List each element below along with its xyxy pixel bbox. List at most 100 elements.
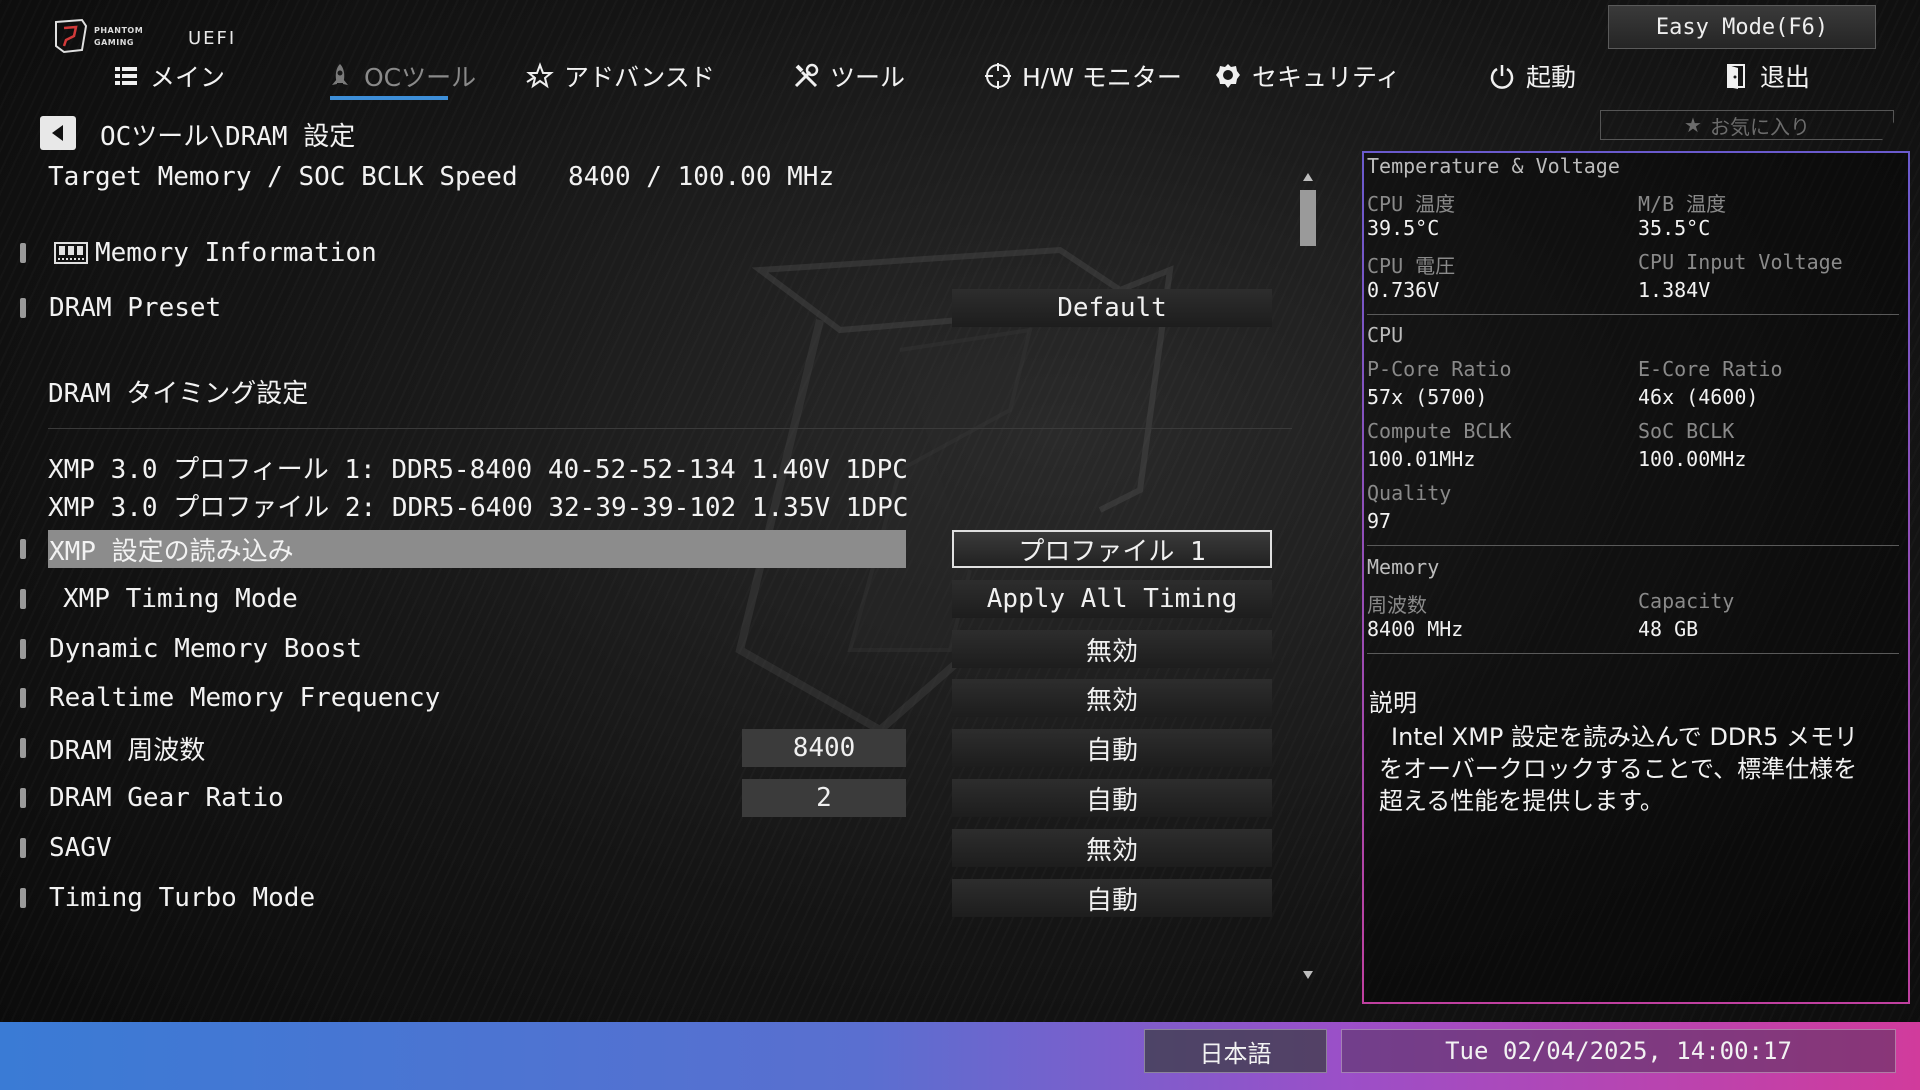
tab-label: 起動: [1526, 63, 1577, 92]
cpu-temp-value: 39.5°C: [1367, 216, 1440, 240]
sagv-select[interactable]: 無効: [952, 829, 1272, 867]
pcore-ratio-label: P-Core Ratio: [1367, 357, 1512, 381]
dynamic-memory-boost-select[interactable]: 無効: [952, 630, 1272, 668]
tab-main[interactable]: メイン: [112, 56, 225, 96]
star-icon: [526, 62, 554, 89]
dram-gear-ratio-select[interactable]: 自動: [952, 779, 1272, 817]
frequency-label: 周波数: [1367, 593, 1427, 617]
dram-frequency-label: DRAM 周波数: [49, 735, 206, 766]
scroll-down-icon[interactable]: [1302, 968, 1314, 982]
panel-divider: [1367, 653, 1899, 654]
dram-frequency-select[interactable]: 自動: [952, 729, 1272, 767]
memory-information-row[interactable]: Memory Information: [0, 234, 600, 272]
timing-turbo-mode-select[interactable]: 自動: [952, 879, 1272, 917]
exit-door-icon: [1727, 64, 1745, 89]
row-bullet: [20, 688, 26, 708]
favorites-button[interactable]: ★ お気に入り: [1600, 110, 1894, 140]
row-bullet: [20, 639, 26, 659]
tab-advanced[interactable]: アドバンスド: [526, 56, 715, 96]
tab-label: セキュリティ: [1252, 63, 1401, 92]
compute-bclk-value: 100.01MHz: [1367, 447, 1476, 471]
tab-tools[interactable]: ツール: [792, 56, 905, 96]
tab-label: H/W モニター: [1022, 63, 1182, 92]
star-icon: ★: [1684, 113, 1702, 137]
load-xmp-row[interactable]: XMP 設定の読み込み プロファイル 1: [0, 530, 1300, 568]
language-button[interactable]: 日本語: [1144, 1029, 1327, 1073]
cpu-input-voltage-value: 1.384V: [1638, 278, 1711, 302]
realtime-memory-frequency-label: Realtime Memory Frequency: [49, 683, 441, 713]
load-xmp-label: XMP 設定の読み込み: [49, 536, 294, 567]
cpu-voltage-label: CPU 電圧: [1367, 254, 1456, 278]
tab-label: メイン: [150, 63, 226, 92]
power-icon: [1490, 65, 1514, 89]
capacity-label: Capacity: [1638, 589, 1735, 613]
dram-gear-ratio-row[interactable]: DRAM Gear Ratio 2 自動: [0, 779, 1300, 817]
row-bullet: [20, 888, 26, 908]
frequency-value: 8400 MHz: [1367, 617, 1464, 641]
pcore-ratio-value: 57x (5700): [1367, 385, 1488, 409]
tab-security[interactable]: セキュリティ: [1214, 56, 1401, 96]
dram-preset-row[interactable]: DRAM Preset Default: [0, 289, 1300, 327]
realtime-memory-frequency-select[interactable]: 無効: [952, 679, 1272, 717]
dram-timing-header: DRAM タイミング設定: [48, 378, 309, 409]
panel-divider: [1367, 545, 1899, 546]
temp-voltage-title: Temperature & Voltage: [1367, 154, 1620, 178]
dram-gear-ratio-current: 2: [742, 779, 906, 817]
cpu-input-voltage-label: CPU Input Voltage: [1638, 250, 1843, 274]
realtime-memory-frequency-row[interactable]: Realtime Memory Frequency 無効: [0, 679, 1300, 717]
tools-icon: [794, 63, 819, 88]
tab-oc-tools[interactable]: OCツール: [326, 56, 476, 96]
svg-text:GAMING: GAMING: [94, 38, 134, 47]
tab-hw-monitor[interactable]: H/W モニター: [984, 56, 1182, 96]
dram-gear-ratio-label: DRAM Gear Ratio: [49, 783, 284, 813]
crosshair-icon: [985, 63, 1011, 89]
triangle-left-icon: [52, 125, 63, 141]
dynamic-memory-boost-row[interactable]: Dynamic Memory Boost 無効: [0, 630, 1300, 668]
svg-text:PHANTOM: PHANTOM: [94, 26, 143, 35]
row-bullet: [20, 838, 26, 858]
mb-temp-value: 35.5°C: [1638, 216, 1711, 240]
dram-preset-label: DRAM Preset: [49, 293, 222, 323]
description-text: Intel XMP 設定を読み込んで DDR5 メモリをオーバークロックすること…: [1379, 723, 1858, 815]
datetime-display[interactable]: Tue 02/04/2025, 14:00:17: [1341, 1029, 1896, 1073]
ecore-ratio-label: E-Core Ratio: [1638, 357, 1783, 381]
scroll-up-icon[interactable]: [1302, 170, 1314, 184]
scrollbar[interactable]: [1300, 170, 1316, 986]
shield-icon: [1216, 64, 1240, 88]
breadcrumb: OCツール\DRAM 設定: [100, 122, 356, 152]
memory-module-icon: [54, 242, 88, 264]
cpu-voltage-value: 0.736V: [1367, 278, 1440, 302]
row-bullet: [20, 788, 26, 808]
sagv-row[interactable]: SAGV 無効: [0, 829, 1300, 867]
tab-exit[interactable]: 退出: [1722, 56, 1810, 96]
capacity-value: 48 GB: [1638, 617, 1699, 641]
section-divider: [48, 428, 1292, 429]
uefi-label: UEFI: [188, 28, 237, 49]
dram-preset-select[interactable]: Default: [952, 289, 1272, 327]
row-bullet: [20, 539, 26, 559]
xmp-timing-mode-row[interactable]: XMP Timing Mode Apply All Timing: [0, 580, 1300, 618]
timing-turbo-mode-row[interactable]: Timing Turbo Mode 自動: [0, 879, 1300, 917]
panel-divider: [1367, 314, 1899, 315]
tab-boot[interactable]: 起動: [1488, 56, 1576, 96]
load-xmp-select[interactable]: プロファイル 1: [952, 530, 1272, 568]
row-bullet: [20, 738, 26, 758]
dram-frequency-row[interactable]: DRAM 周波数 8400 自動: [0, 729, 1300, 767]
cpu-section-title: CPU: [1367, 323, 1404, 347]
compute-bclk-label: Compute BCLK: [1367, 419, 1512, 443]
scroll-thumb[interactable]: [1300, 190, 1316, 246]
xmp-profile-1-text: XMP 3.0 プロフィール 1: DDR5-8400 40-52-52-134…: [48, 454, 908, 485]
xmp-timing-mode-select[interactable]: Apply All Timing: [952, 580, 1272, 618]
timing-turbo-mode-label: Timing Turbo Mode: [49, 883, 316, 913]
xmp-profile-2-text: XMP 3.0 プロファイル 2: DDR5-6400 32-39-39-102…: [48, 492, 909, 523]
back-button[interactable]: [40, 116, 76, 150]
soc-bclk-value: 100.00MHz: [1638, 447, 1747, 471]
active-tab-indicator: [330, 96, 448, 100]
memory-information-label: Memory Information: [95, 238, 377, 268]
xmp-timing-mode-label: XMP Timing Mode: [63, 584, 298, 614]
quality-label: Quality: [1367, 481, 1452, 505]
quality-value: 97: [1367, 509, 1392, 533]
easy-mode-button[interactable]: Easy Mode(F6): [1608, 5, 1876, 49]
phantom-gaming-logo: PHANTOM GAMING: [55, 18, 143, 54]
dram-frequency-current: 8400: [742, 729, 906, 767]
